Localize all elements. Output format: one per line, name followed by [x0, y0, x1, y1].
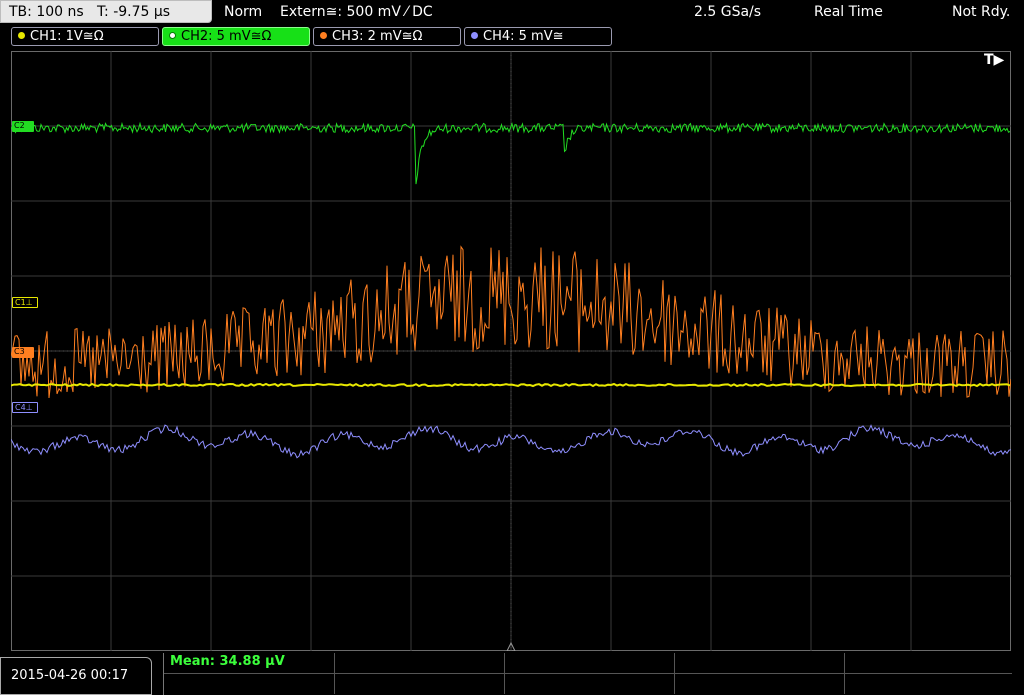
- ch3-marker-label: C3: [14, 347, 25, 356]
- measurement-row: [164, 653, 1012, 674]
- meas-divider: [334, 653, 335, 673]
- ch1-offset-marker[interactable]: C1⊥: [12, 297, 38, 308]
- ch2-offset-marker[interactable]: C2: [12, 121, 34, 132]
- meas-divider: [844, 653, 845, 673]
- timebase-label: TB: 100 ns: [9, 4, 84, 20]
- ch1-marker-label: C1: [15, 298, 26, 307]
- meas-divider: [334, 674, 335, 694]
- mean-measurement: Mean: 34.88 µV: [170, 654, 285, 669]
- ch3-dot-icon: [320, 32, 327, 39]
- ch1-waveform: [11, 382, 1011, 388]
- trigger-time-label: T: -9.75 µs: [97, 4, 171, 20]
- meas-divider: [674, 674, 675, 694]
- ch1-label: CH1: 1V≅Ω: [30, 29, 104, 44]
- timebase-box[interactable]: TB: 100 ns T: -9.75 µs: [0, 0, 212, 23]
- channel-tab-row: CH1: 1V≅Ω CH2: 5 mV≅Ω CH3: 2 mV≅Ω CH4: 5…: [0, 25, 1024, 49]
- measurement-panel[interactable]: Mean: 34.88 µV: [163, 653, 1012, 695]
- realtime-mode: Real Time: [814, 4, 883, 20]
- channel-tab-ch1[interactable]: CH1: 1V≅Ω: [11, 27, 159, 46]
- date-time-display: 2015-04-26 00:17: [0, 657, 152, 695]
- trigger-settings[interactable]: Extern≅: 500 mV ⁄ DC: [280, 0, 433, 25]
- acquisition-mode[interactable]: Norm: [224, 0, 262, 25]
- meas-divider: [844, 674, 845, 694]
- channel-tab-ch2[interactable]: CH2: 5 mV≅Ω: [162, 27, 310, 46]
- ch2-marker-label: C2: [14, 121, 25, 130]
- datetime-label: 2015-04-26 00:17: [11, 668, 129, 683]
- ch4-dot-icon: [471, 32, 478, 39]
- trigger-flag-icon: T▶: [984, 52, 1005, 68]
- sample-rate: 2.5 GSa/s: [694, 4, 762, 20]
- waveform-canvas[interactable]: [11, 51, 1011, 651]
- ch4-marker-label: C4: [15, 403, 26, 412]
- ch3-offset-marker[interactable]: C3: [12, 347, 34, 358]
- meas-divider: [674, 653, 675, 673]
- ch4-label: CH4: 5 mV≅: [483, 29, 564, 44]
- channel-tab-ch4[interactable]: CH4: 5 mV≅: [464, 27, 612, 46]
- measurement-row: [164, 674, 1012, 694]
- ch1-dot-icon: [18, 32, 25, 39]
- top-status-bar: TB: 100 ns T: -9.75 µs Norm Extern≅: 500…: [0, 0, 1024, 25]
- acquisition-state: Not Rdy.: [952, 4, 1011, 20]
- meas-divider: [504, 674, 505, 694]
- ch2-label: CH2: 5 mV≅Ω: [181, 29, 272, 44]
- ch3-label: CH3: 2 mV≅Ω: [332, 29, 423, 44]
- channel-tab-ch3[interactable]: CH3: 2 mV≅Ω: [313, 27, 461, 46]
- ch2-dot-icon: [169, 32, 176, 39]
- meas-divider: [504, 653, 505, 673]
- ch4-offset-marker[interactable]: C4⊥: [12, 402, 38, 413]
